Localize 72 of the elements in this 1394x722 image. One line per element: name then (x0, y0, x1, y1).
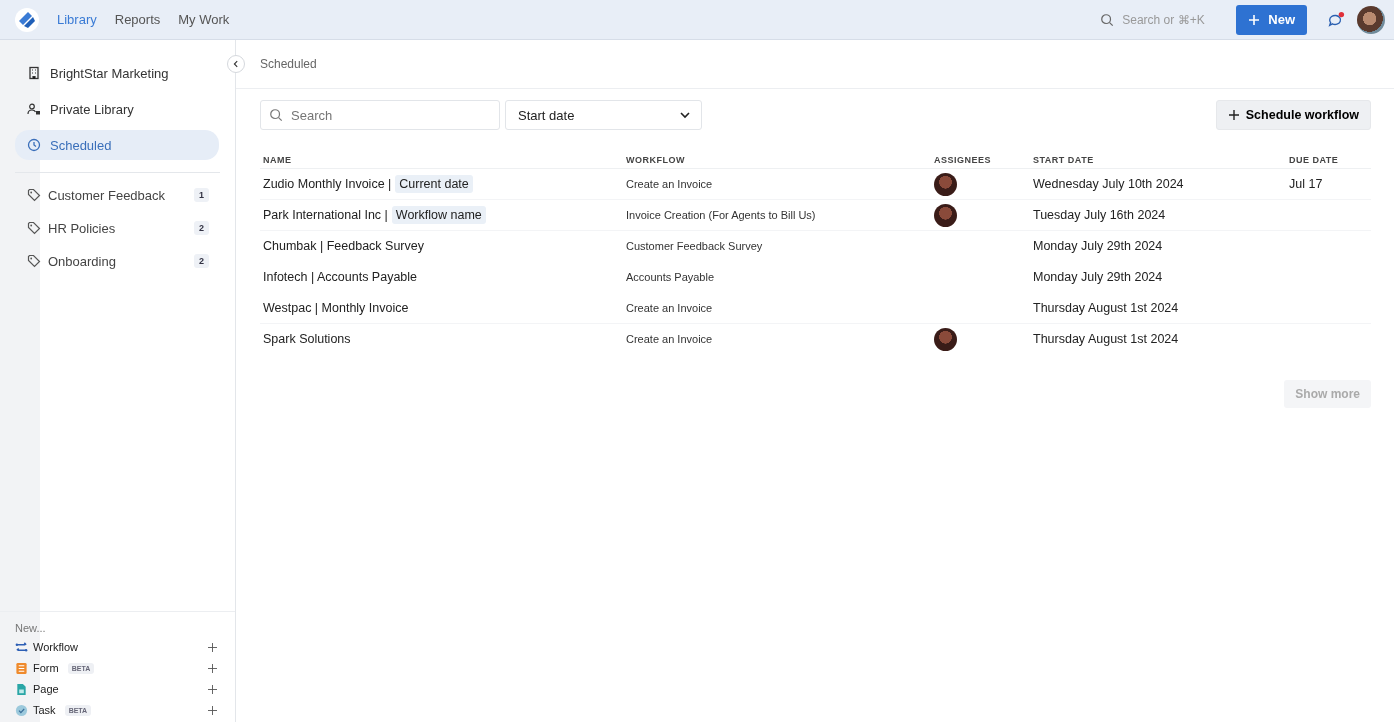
workflow-name: Create an Invoice (626, 178, 713, 190)
tag-link[interactable]: Onboarding (48, 253, 187, 269)
chevron-left-icon (232, 60, 240, 68)
variable-tag: Current date (395, 175, 473, 193)
variable-tag: Workflow name (391, 206, 486, 224)
search-field[interactable]: Search or ⌘+K (1090, 5, 1224, 34)
sidebar-item[interactable]: BrightStar Marketing (15, 58, 219, 88)
workflow-name: Invoice Creation (For Agents to Bill Us) (626, 209, 816, 221)
tag-icon (27, 254, 41, 268)
check-icon (15, 703, 28, 717)
schedule-name[interactable]: Chumbak | Feedback Survey (263, 239, 424, 253)
person-lock-icon (27, 102, 41, 116)
new-item-link[interactable]: Page (33, 683, 59, 695)
sidebar-item[interactable]: Private Library (15, 94, 219, 124)
building-icon (27, 66, 41, 80)
add-icon[interactable] (208, 684, 217, 694)
start-date: Monday July 29th 2024 (1033, 270, 1163, 284)
tag-link[interactable]: HR Policies (48, 220, 187, 236)
schedule-name[interactable]: Park International Inc | (263, 208, 388, 222)
schedule-workflow-button[interactable]: Schedule workflow (1215, 100, 1371, 130)
schedule-name[interactable]: Infotech | Accounts Payable (263, 270, 418, 284)
start-date: Monday July 29th 2024 (1033, 239, 1163, 253)
start-date: Tuesday July 16th 2024 (1033, 208, 1166, 222)
schedule-name[interactable]: Zudio Monthly Invoice | (263, 177, 392, 191)
workflow-name: Create an Invoice (626, 333, 713, 345)
column-header: WORKFLOW (623, 155, 931, 169)
start-date: Thursday August 1st 2024 (1033, 332, 1179, 346)
section-title: New... (15, 622, 47, 634)
search-icon (269, 108, 283, 122)
search-icon (1100, 12, 1115, 27)
workflow-icon (15, 640, 28, 654)
nav-tab[interactable]: My Work (178, 12, 230, 27)
nav-tab[interactable]: Library (57, 12, 97, 27)
start-date: Wednesday July 10th 2024 (1033, 177, 1184, 191)
new-item-link[interactable]: Workflow (33, 641, 79, 653)
start-date: Thursday August 1st 2024 (1033, 301, 1179, 315)
schedule-name[interactable]: Spark Solutions (263, 332, 351, 346)
column-header: NAME (260, 155, 623, 169)
new-button[interactable]: New (1236, 4, 1307, 35)
tag-icon (27, 221, 41, 235)
user-avatar[interactable] (1357, 5, 1385, 34)
add-icon[interactable] (208, 642, 217, 652)
page-icon (15, 682, 28, 696)
new-item-link[interactable]: Form (33, 662, 59, 674)
caret-icon (679, 109, 691, 121)
nav-tab[interactable]: Reports (114, 12, 161, 27)
logo-icon[interactable] (14, 6, 40, 33)
count-badge: 2 (194, 221, 209, 235)
due-date: Jul 17 (1289, 177, 1323, 191)
sort-dropdown[interactable]: Start date (505, 100, 702, 130)
plus-icon (1227, 109, 1240, 121)
column-header: ASSIGNEES (931, 155, 1030, 169)
schedule-name[interactable]: Westpac | Monthly Invoice (263, 301, 409, 315)
workflow-name: Customer Feedback Survey (626, 240, 763, 252)
tag-icon (27, 188, 41, 202)
breadcrumb: Scheduled (260, 57, 317, 71)
sidebar-item[interactable]: Scheduled (15, 130, 219, 160)
count-badge: 2 (194, 254, 209, 268)
clock-icon (27, 138, 41, 152)
workflow-name: Create an Invoice (626, 302, 713, 314)
new-item-link[interactable]: Task (33, 704, 56, 716)
form-icon (15, 661, 28, 675)
column-header: DUE DATE (1286, 155, 1371, 169)
search-field[interactable]: Search (260, 100, 500, 130)
plus-icon (1248, 13, 1261, 26)
count-badge: 1 (194, 188, 209, 202)
column-header: START DATE (1030, 155, 1286, 169)
add-icon[interactable] (208, 705, 217, 715)
workflow-name: Accounts Payable (626, 271, 715, 283)
chat-icon[interactable] (1327, 10, 1345, 29)
tag-link[interactable]: Customer Feedback (48, 187, 187, 203)
add-icon[interactable] (208, 663, 217, 673)
